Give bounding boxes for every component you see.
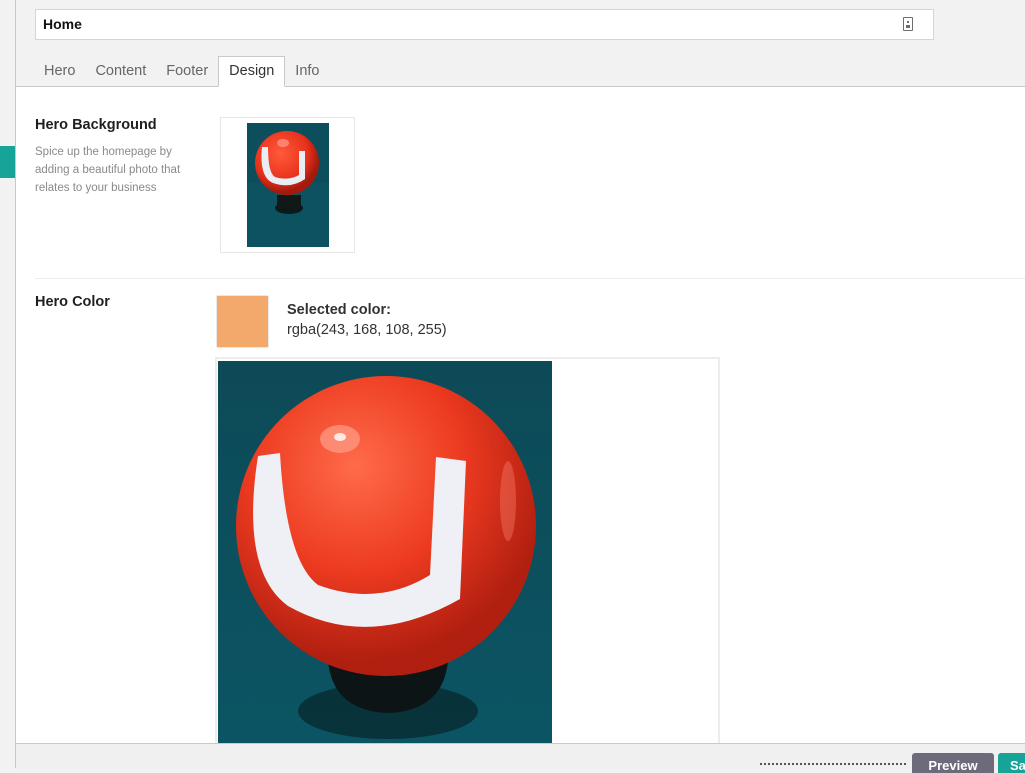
- hero-color-title: Hero Color: [35, 294, 110, 310]
- tab-design[interactable]: Design: [218, 56, 286, 87]
- tab-info[interactable]: Info: [285, 56, 329, 86]
- editor-panel: Home Hero Content Footer Design Info Her…: [16, 0, 1025, 773]
- footer-bar: Preview Save: [16, 743, 1025, 773]
- tab-content[interactable]: Content: [85, 56, 156, 86]
- document-icon[interactable]: [903, 17, 913, 31]
- editor-header: Home Hero Content Footer Design Info: [16, 0, 1025, 87]
- selected-color-value: rgba(243, 168, 108, 255): [287, 322, 447, 338]
- selected-color-label: Selected color:: [287, 302, 391, 318]
- hero-background-title: Hero Background: [35, 117, 157, 133]
- hero-background-description: Spice up the homepage by adding a beauti…: [35, 146, 181, 194]
- hero-background-image[interactable]: [247, 123, 329, 247]
- design-tab-content: Hero Background Spice up the homepage by…: [16, 87, 1025, 759]
- tab-bar: Hero Content Footer Design Info: [34, 56, 329, 87]
- dotted-separator: [760, 763, 906, 767]
- preview-button[interactable]: Preview: [912, 753, 994, 773]
- section-divider: [35, 278, 1025, 279]
- tab-footer[interactable]: Footer: [156, 56, 218, 86]
- left-strip: [0, 0, 16, 768]
- page-title-value: Home: [43, 16, 82, 32]
- color-picker-image[interactable]: [218, 361, 552, 759]
- save-button[interactable]: Save: [998, 753, 1025, 773]
- hero-color-swatch[interactable]: [216, 295, 269, 348]
- hero-background-picker[interactable]: [220, 117, 355, 253]
- page-title-field[interactable]: Home: [35, 9, 934, 40]
- sidebar-accent-tab[interactable]: [0, 146, 15, 178]
- color-picker-image-frame: [215, 357, 720, 759]
- tab-hero[interactable]: Hero: [34, 56, 85, 86]
